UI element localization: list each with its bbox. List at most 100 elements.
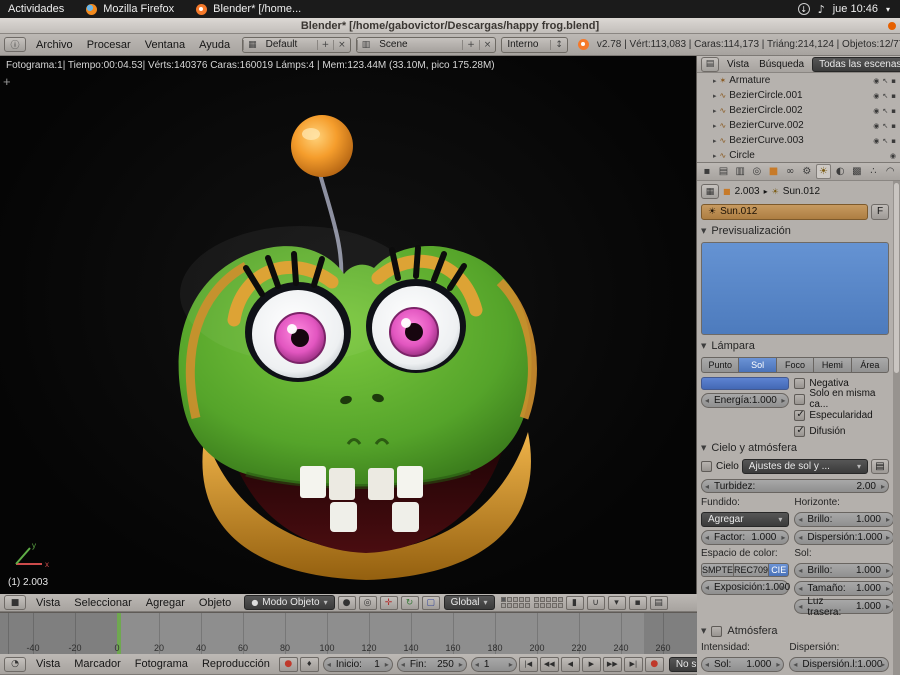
renderability-icon[interactable] — [891, 92, 896, 100]
specular-checkbox[interactable]: Especularidad — [794, 409, 889, 422]
tab-texture-icon[interactable] — [849, 164, 865, 179]
tab-physics-icon[interactable] — [882, 164, 898, 179]
disclosure-icon[interactable] — [713, 137, 717, 145]
menu-agregar[interactable]: Agregar — [139, 597, 192, 609]
breadcrumb-data[interactable]: Sun.012 — [783, 186, 820, 197]
jump-to-start-button[interactable] — [518, 656, 538, 672]
energy-slider[interactable]: Energía: 1.000 — [701, 392, 790, 408]
opengl-render-anim-icon[interactable] — [649, 595, 668, 610]
layer-dot-active[interactable] — [500, 597, 506, 602]
lamp-type-punto[interactable]: Punto — [701, 356, 740, 373]
outliner-item-circle[interactable]: Circle — [697, 148, 900, 162]
selectability-icon[interactable] — [882, 92, 888, 100]
editor-type-3dview-icon[interactable] — [4, 595, 26, 610]
tab-scene-icon[interactable] — [732, 164, 748, 179]
fake-user-button[interactable]: F — [871, 203, 889, 221]
panel-header-preview[interactable]: Previsualización — [701, 224, 889, 238]
lamp-color-swatch[interactable] — [701, 376, 790, 390]
layer-selector[interactable] — [500, 597, 563, 608]
selectability-icon[interactable] — [882, 77, 888, 85]
turbidity-slider[interactable]: Turbidez: 2.00 — [701, 478, 889, 494]
add-scene-icon[interactable] — [462, 39, 479, 50]
lamp-type-sol[interactable]: Sol — [739, 356, 777, 373]
outliner-menu-busqueda[interactable]: Búsqueda — [754, 59, 809, 70]
menu-reproduccion[interactable]: Reproducción — [195, 658, 277, 670]
outliner-item-armature[interactable]: Armature — [697, 73, 900, 88]
play-button[interactable] — [581, 656, 601, 672]
tab-constraints-icon[interactable] — [782, 164, 798, 179]
render-engine-selector[interactable]: Interno — [501, 36, 568, 53]
visibility-icon[interactable] — [873, 92, 879, 100]
firefox-icon[interactable] — [86, 3, 98, 15]
outliner-item-beziercurve003[interactable]: BezierCurve.003 — [697, 133, 900, 148]
frame-start-field[interactable]: Inicio: 1 — [322, 656, 393, 672]
clock[interactable]: jue 10:46 — [833, 3, 878, 15]
manipulator-scale-icon[interactable] — [421, 595, 440, 610]
diffuse-checkbox[interactable]: Difusión — [794, 425, 889, 438]
frame-end-field[interactable]: Fin: 250 — [396, 656, 467, 672]
jump-to-end-button[interactable] — [623, 656, 643, 672]
outliner-display-mode[interactable]: Todas las escenas — [812, 56, 900, 72]
visibility-icon[interactable] — [873, 77, 879, 85]
snap-magnet-icon[interactable] — [586, 595, 605, 610]
renderability-icon[interactable] — [891, 77, 896, 85]
blender-icon[interactable] — [196, 3, 208, 15]
opengl-render-icon[interactable] — [628, 595, 647, 610]
activities-button[interactable]: Actividades — [8, 3, 64, 15]
horizon-brightness-slider[interactable]: Brillo: 1.000 — [794, 512, 893, 528]
visibility-icon[interactable] — [873, 137, 879, 145]
firefox-task-label[interactable]: Mozilla Firefox — [103, 3, 174, 15]
tab-material-icon[interactable] — [832, 164, 848, 179]
pivot-center-selector[interactable] — [358, 595, 377, 610]
delete-layout-icon[interactable] — [333, 39, 350, 50]
properties-scrollbar[interactable] — [893, 181, 900, 675]
renderability-icon[interactable] — [891, 122, 896, 130]
horizon-spread-slider[interactable]: Dispersión: 1.000 — [794, 530, 893, 546]
checkbox-box[interactable] — [794, 425, 806, 437]
toolshelf-expand-icon[interactable]: + — [3, 74, 11, 89]
sky-preset-selector[interactable]: Ajustes de sol y ... — [741, 459, 868, 475]
blender-task-label[interactable]: Blender* [/home... — [213, 3, 301, 15]
current-frame-field[interactable]: 1 — [470, 656, 517, 672]
volume-icon[interactable] — [818, 3, 825, 16]
mode-selector[interactable]: Modo Objeto — [244, 595, 335, 610]
disclosure-icon[interactable] — [713, 152, 717, 160]
blend-mode-selector[interactable]: Agregar — [701, 512, 790, 528]
tab-lamp-data-icon[interactable] — [815, 164, 832, 179]
next-keyframe-button[interactable] — [602, 656, 622, 672]
menu-ayuda[interactable]: Ayuda — [192, 39, 237, 51]
panel-header-atmosphere[interactable]: Atmósfera — [701, 624, 889, 638]
session-menu-icon[interactable] — [886, 5, 890, 14]
viewport-shading-selector[interactable] — [337, 595, 356, 610]
manipulator-rotate-icon[interactable] — [400, 595, 419, 610]
breadcrumb-object[interactable]: 2.003 — [735, 186, 760, 197]
titlebar-indicator[interactable] — [888, 22, 896, 30]
selectability-icon[interactable] — [882, 122, 888, 130]
delete-scene-icon[interactable] — [478, 39, 496, 50]
tab-object-icon[interactable] — [766, 164, 782, 179]
auto-keyframe-icon[interactable] — [278, 656, 298, 672]
lamp-type-area[interactable]: Área — [851, 356, 890, 373]
panel-header-lamp[interactable]: Lámpara — [701, 339, 889, 353]
menu-tl-vista[interactable]: Vista — [29, 658, 67, 670]
checkbox-box[interactable] — [794, 393, 806, 405]
menu-vista[interactable]: Vista — [29, 597, 67, 609]
renderability-icon[interactable] — [891, 137, 896, 145]
window-title-bar[interactable]: Blender* [/home/gabovictor/Descargas/hap… — [0, 18, 900, 34]
timeline-ruler[interactable]: -40 -20 0 20 40 60 80 100 120 140 160 180 200 2… — [0, 612, 697, 654]
renderability-icon[interactable] — [891, 107, 896, 115]
menu-procesar[interactable]: Procesar — [80, 39, 138, 51]
sun-size-slider[interactable]: Tamaño: 1.000 — [794, 581, 893, 597]
disclosure-icon[interactable] — [713, 122, 717, 130]
blend-factor-slider[interactable]: Factor: 1.000 — [701, 530, 790, 546]
panel-collapse-icon[interactable] — [701, 342, 706, 350]
exposure-slider[interactable]: Exposición: 1.000 — [701, 580, 790, 596]
colorspace-smpte[interactable]: SMPTE — [701, 563, 735, 578]
editor-type-outliner-icon[interactable] — [701, 56, 719, 72]
disclosure-icon[interactable] — [713, 107, 717, 115]
this-layer-only-checkbox[interactable]: Solo en misma ca... — [794, 388, 889, 410]
atmosphere-spread-slider[interactable]: Dispersión.l: 1.000 — [789, 657, 889, 673]
scene-selector[interactable]: Scene — [355, 36, 497, 53]
selectability-icon[interactable] — [882, 107, 888, 115]
keying-set-icon[interactable] — [299, 656, 319, 672]
